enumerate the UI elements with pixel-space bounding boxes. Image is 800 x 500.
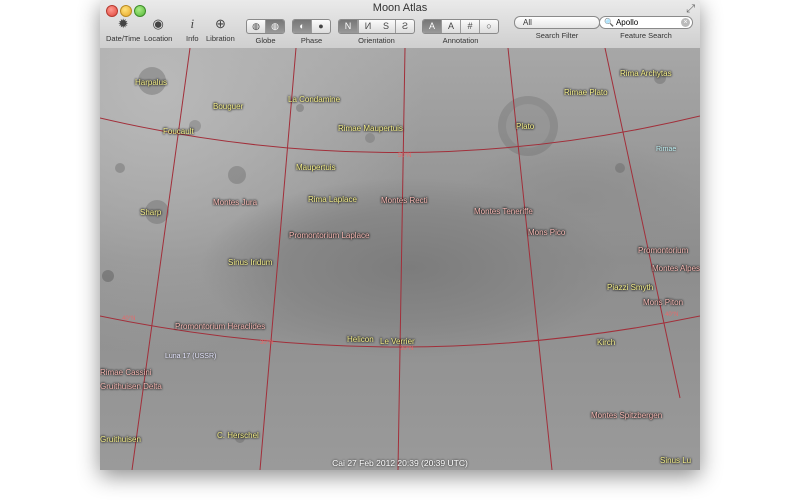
globe-segmented[interactable]: ◍ ◍ [246, 19, 285, 34]
annotation-label: Annotation [442, 36, 479, 45]
feature-label[interactable]: Sinus Iridum [228, 258, 272, 267]
feature-label[interactable]: Rima Laplace [308, 195, 357, 204]
feature-search-input[interactable]: 🔍 Apollo × [599, 16, 693, 29]
feature-label[interactable]: Montes Alpes [652, 264, 700, 273]
feature-label[interactable]: Foucault [163, 127, 194, 136]
feature-label[interactable]: Montes Teneriffe [474, 207, 533, 216]
feature-label[interactable]: Mons Pico [528, 228, 565, 237]
clear-search-icon[interactable]: × [681, 18, 690, 27]
orientation-south-up[interactable]: S [377, 20, 396, 33]
grid-tick-40n-left: 40°N [122, 316, 136, 322]
feature-search-label: Feature Search [620, 31, 672, 40]
feature-label[interactable]: Rimae Cassini [100, 368, 152, 377]
globe-control: ◍ ◍ Globe [246, 16, 285, 45]
globe-location-icon: ◉ [152, 16, 164, 31]
orientation-north-mirror[interactable]: N [358, 20, 377, 33]
status-date: 27 Feb 2012 20:39 (20:39 UTC) [347, 458, 468, 468]
feature-label[interactable]: Bouguer [213, 102, 243, 111]
status-prefix: Cai [332, 458, 345, 468]
search-filter-control: All Search Filter [512, 16, 602, 40]
annotation-grid-icon[interactable]: # [461, 20, 480, 33]
annotation-circle-icon[interactable]: ○ [480, 20, 498, 33]
globe-front-icon[interactable]: ◍ [247, 20, 266, 33]
status-bar: Cai 27 Feb 2012 20:39 (20:39 UTC) [100, 458, 700, 468]
libration-icon: ⊕ [214, 16, 226, 31]
longitude-grid [131, 48, 681, 470]
feature-label[interactable]: Mons Piton [643, 298, 683, 307]
feature-label[interactable]: Rima Archytas [620, 69, 672, 78]
feature-search-control: 🔍 Apollo × Feature Search [598, 16, 694, 40]
phase-control: ◐ ● Phase [292, 16, 331, 45]
search-icon: 🔍 [604, 18, 614, 27]
annotation-control: A A # ○ Annotation [422, 16, 499, 45]
annotation-labels-alt[interactable]: A [442, 20, 461, 33]
date-time-button[interactable]: ✹ Date/Time [106, 16, 140, 43]
feature-label[interactable]: Helicon [347, 335, 374, 344]
feature-label[interactable]: Sharp [140, 208, 161, 217]
feature-label[interactable]: Harpalus [135, 78, 167, 87]
toolbar: ⤢ Moon Atlas ✹ Date/Time ◉ Location i In… [100, 0, 700, 49]
orientation-south-mirror[interactable]: S [396, 20, 414, 33]
feature-label[interactable]: Montes Jura [213, 198, 257, 207]
feature-search-value: Apollo [615, 18, 639, 27]
feature-label[interactable]: Piazzi Smyth [607, 283, 653, 292]
clock-icon: ✹ [117, 16, 129, 31]
feature-label[interactable]: Gruithuisen [100, 435, 141, 444]
feature-label[interactable]: Rimae [656, 146, 676, 153]
feature-label[interactable]: Le Verrier [380, 337, 415, 346]
info-button[interactable]: i Info [186, 16, 199, 43]
feature-label[interactable]: Promontorium Heraclides [175, 322, 265, 331]
feature-label[interactable]: Plato [516, 122, 534, 131]
date-time-label: Date/Time [106, 34, 141, 43]
orientation-control: N N S S Orientation [338, 16, 415, 45]
feature-label[interactable]: Montes Spitzbergen [591, 411, 662, 420]
annotation-segmented[interactable]: A A # ○ [422, 19, 499, 34]
app-window: ⤢ Moon Atlas ✹ Date/Time ◉ Location i In… [100, 0, 700, 470]
map-overlay [100, 48, 700, 470]
phase-label: Phase [300, 36, 323, 45]
feature-label[interactable]: Maupertuis [296, 163, 336, 172]
search-filter-select[interactable]: All [514, 16, 600, 29]
feature-label[interactable]: C. Herschel [217, 431, 259, 440]
feature-label[interactable]: Promontorium [638, 246, 688, 255]
feature-label[interactable]: Rimae Plato [564, 88, 608, 97]
phase-full-icon[interactable]: ● [312, 20, 330, 33]
feature-label[interactable]: Rimae Maupertuis [338, 124, 403, 133]
latitude-grid [100, 115, 700, 348]
phase-segmented[interactable]: ◐ ● [292, 19, 331, 34]
feature-label[interactable]: Luna 17 (USSR) [165, 353, 216, 360]
orientation-north-up[interactable]: N [339, 20, 358, 33]
phase-shaded-icon[interactable]: ◐ [293, 20, 312, 33]
grid-tick-40n-right: 40°N [665, 312, 679, 318]
globe-label: Globe [255, 36, 276, 45]
feature-label[interactable]: La Condamine [288, 95, 340, 104]
window-title: Moon Atlas [372, 2, 428, 14]
grid-tick-30n-b: 30°N [400, 346, 414, 352]
orientation-label: Orientation [358, 36, 395, 45]
location-button[interactable]: ◉ Location [144, 16, 172, 43]
info-icon: i [190, 16, 195, 31]
annotation-labels-on[interactable]: A [423, 20, 442, 33]
moon-map-canvas[interactable]: 50°N 40°N 30°N 30°N 40°N Harpalus Bougue… [100, 48, 700, 470]
feature-label[interactable]: Kirch [597, 338, 615, 347]
feature-label[interactable]: Montes Recti [381, 196, 428, 205]
info-label: Info [186, 34, 199, 43]
libration-button[interactable]: ⊕ Libration [206, 16, 235, 43]
orientation-segmented[interactable]: N N S S [338, 19, 415, 34]
location-label: Location [144, 34, 173, 43]
feature-label[interactable]: Gruithuisen Delta [100, 382, 162, 391]
feature-label[interactable]: Promontorium Laplace [289, 231, 369, 240]
globe-back-icon[interactable]: ◍ [266, 20, 284, 33]
grid-tick-50n: 50°N [398, 153, 412, 159]
search-filter-label: Search Filter [535, 31, 579, 40]
grid-tick-30n-a: 30°N [260, 340, 274, 346]
libration-label: Libration [206, 34, 235, 43]
